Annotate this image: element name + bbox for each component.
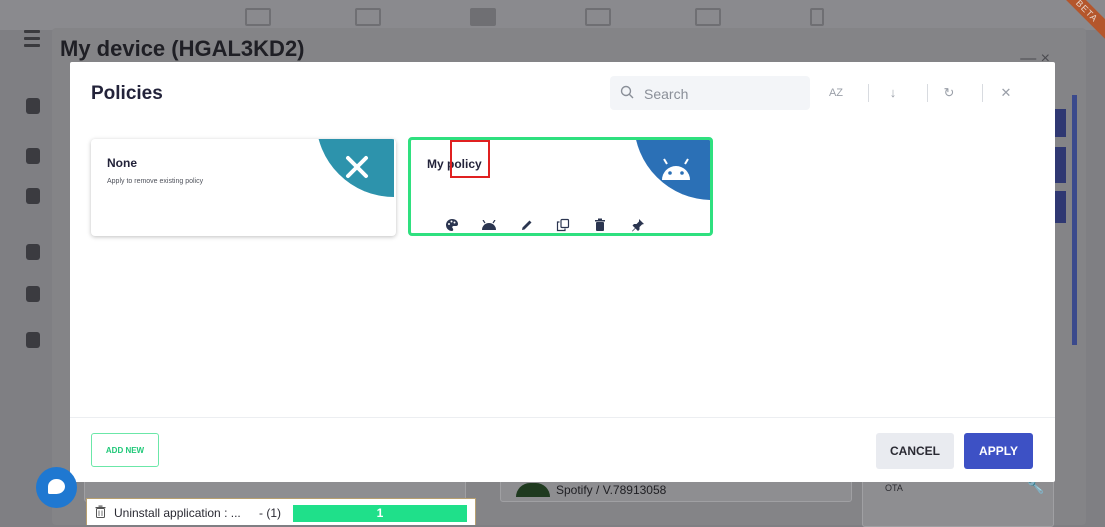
cancel-button[interactable]: CANCEL [876, 433, 954, 469]
policy-title: None [107, 156, 137, 170]
app-top-bar [0, 0, 1105, 30]
add-new-button[interactable]: ADD NEW [91, 433, 159, 467]
copy-button[interactable] [552, 214, 574, 233]
search-input[interactable] [642, 83, 806, 105]
app-list-item: Spotify / V.78913058 [516, 483, 836, 497]
sidebar-icon[interactable] [26, 244, 40, 260]
divider [868, 84, 869, 102]
task-count: - (1) [259, 506, 281, 520]
dialog-title: Policies [91, 83, 163, 104]
search-icon [620, 85, 634, 99]
task-progress-bar: 1 [293, 505, 467, 522]
sidebar-icon[interactable] [26, 286, 40, 302]
policy-subtitle: Apply to remove existing policy [107, 178, 204, 185]
edit-button-highlight [450, 140, 490, 178]
policy-card-none[interactable]: None Apply to remove existing policy [91, 139, 396, 236]
divider [982, 84, 983, 102]
chat-button[interactable] [36, 467, 77, 508]
pencil-icon [522, 220, 532, 230]
delete-button[interactable] [589, 214, 611, 233]
palette-icon [446, 219, 458, 231]
right-action-strip [1054, 95, 1068, 525]
sort-alpha-button[interactable]: AZ [825, 82, 847, 104]
menu-icon[interactable] [24, 30, 40, 50]
sidebar-icon[interactable] [26, 332, 40, 348]
task-label: Uninstall application : ... [114, 506, 241, 520]
trash-icon [95, 505, 106, 518]
close-icon [346, 156, 368, 178]
divider [927, 84, 928, 102]
sort-direction-button[interactable]: ↓ [882, 82, 904, 104]
footer-divider [70, 417, 1055, 418]
sidebar-icon[interactable] [26, 188, 40, 204]
toolbar-icon [470, 8, 496, 26]
edit-button[interactable] [516, 214, 538, 233]
copy-icon [556, 218, 570, 232]
ota-label: OTA [885, 483, 903, 493]
android-button[interactable] [478, 214, 500, 233]
android-icon [482, 220, 496, 230]
spotify-icon [516, 483, 550, 497]
task-status-bar[interactable]: Uninstall application : ... - (1) 1 [86, 498, 476, 525]
toolbar-icon [355, 8, 381, 26]
apply-button[interactable]: APPLY [964, 433, 1033, 469]
app-name: Spotify / V.78913058 [556, 483, 667, 497]
policy-badge [316, 139, 394, 197]
sidebar-icon[interactable] [26, 148, 40, 164]
toolbar-icon [585, 8, 611, 26]
scrollbar[interactable] [1072, 95, 1077, 345]
pin-button[interactable] [627, 214, 649, 233]
chat-icon [48, 479, 65, 494]
close-button[interactable]: ✕ [995, 82, 1017, 104]
search-box[interactable] [610, 76, 810, 110]
refresh-button[interactable]: ↻ [938, 82, 960, 104]
toolbar-icon [245, 8, 271, 26]
policy-badge [634, 140, 710, 200]
toolbar-icon [810, 8, 824, 26]
toolbar-icon [695, 8, 721, 26]
palette-button[interactable] [441, 214, 463, 233]
sidebar-icon[interactable] [26, 98, 40, 114]
device-title: My device (HGAL3KD2) [60, 36, 305, 61]
pin-icon [632, 219, 644, 232]
trash-icon [595, 218, 605, 231]
app-sidebar [0, 70, 50, 525]
policies-dialog: Policies AZ ↓ ↻ ✕ None Apply to remove e… [70, 62, 1055, 482]
android-icon [662, 158, 690, 180]
